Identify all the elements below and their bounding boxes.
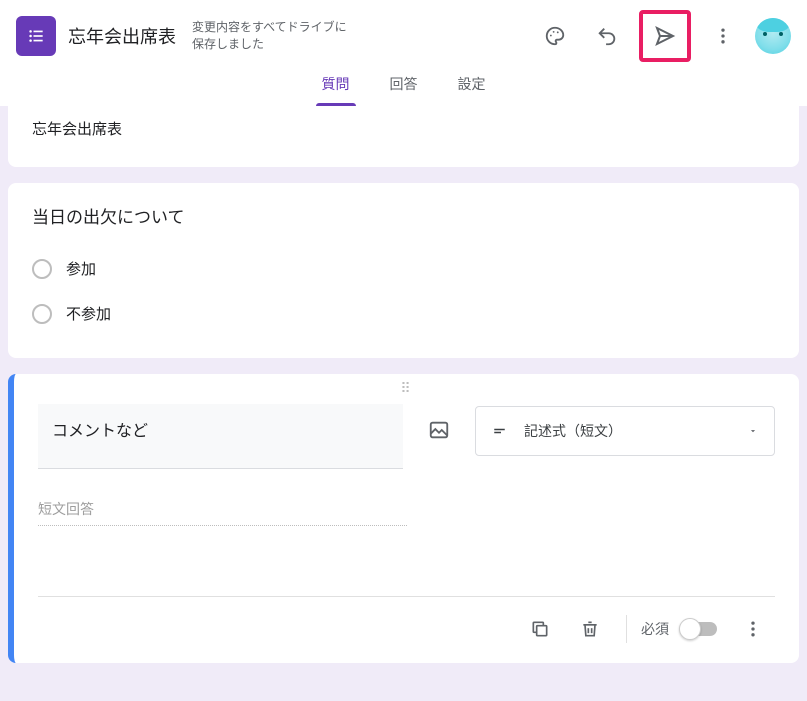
save-status-line2: 保存しました xyxy=(192,36,347,53)
footer-divider xyxy=(626,615,627,643)
editing-question-card[interactable]: ⠿ 記述式（短文） 短文回答 必須 xyxy=(8,374,799,663)
radio-label: 不参加 xyxy=(66,303,111,324)
question-edit-row: 記述式（短文） xyxy=(38,404,775,469)
forms-logo-icon[interactable] xyxy=(16,16,56,56)
tab-settings[interactable]: 設定 xyxy=(452,64,492,106)
undo-button[interactable] xyxy=(587,16,627,56)
add-image-button[interactable] xyxy=(419,410,459,450)
copy-icon xyxy=(530,619,550,639)
tab-responses[interactable]: 回答 xyxy=(384,64,424,106)
attendance-heading: 当日の出欠について xyxy=(32,203,775,228)
question-title-input[interactable] xyxy=(38,404,403,469)
image-icon xyxy=(428,419,450,441)
app-header: 忘年会出席表 変更内容をすべてドライブに 保存しました 質問 回答 設定 xyxy=(0,0,807,106)
send-button[interactable] xyxy=(645,16,685,56)
question-type-label: 記述式（短文） xyxy=(524,421,622,441)
question-card-footer: 必須 xyxy=(38,596,775,651)
trash-icon xyxy=(580,619,600,639)
question-more-button[interactable] xyxy=(731,607,775,651)
send-button-highlight xyxy=(639,10,691,62)
save-status-line1: 変更内容をすべてドライブに xyxy=(192,19,347,36)
radio-icon xyxy=(32,304,52,324)
question-type-select[interactable]: 記述式（短文） xyxy=(475,406,775,456)
drag-handle-icon[interactable]: ⠿ xyxy=(400,380,412,397)
duplicate-button[interactable] xyxy=(518,607,562,651)
form-title[interactable]: 忘年会出席表 xyxy=(68,23,176,49)
attendance-question-card[interactable]: 当日の出欠について 参加 不参加 xyxy=(8,183,799,358)
form-title-card[interactable]: 忘年会出席表 xyxy=(8,106,799,167)
header-toolbar: 忘年会出席表 変更内容をすべてドライブに 保存しました xyxy=(16,8,791,64)
tab-bar: 質問 回答 設定 xyxy=(16,64,791,106)
form-title-text: 忘年会出席表 xyxy=(32,118,775,147)
undo-icon xyxy=(596,25,618,47)
more-button[interactable] xyxy=(703,16,743,56)
required-label: 必須 xyxy=(641,619,669,639)
radio-option[interactable]: 参加 xyxy=(32,248,775,293)
radio-label: 参加 xyxy=(66,258,96,279)
more-vert-icon xyxy=(713,26,733,46)
user-avatar[interactable] xyxy=(755,18,791,54)
short-answer-placeholder: 短文回答 xyxy=(38,499,407,526)
short-text-icon xyxy=(492,422,510,440)
radio-icon xyxy=(32,259,52,279)
chevron-down-icon xyxy=(748,423,758,439)
tab-questions[interactable]: 質問 xyxy=(316,64,356,106)
more-vert-icon xyxy=(743,619,763,639)
delete-button[interactable] xyxy=(568,607,612,651)
theme-button[interactable] xyxy=(535,16,575,56)
send-icon xyxy=(653,24,677,48)
radio-option[interactable]: 不参加 xyxy=(32,293,775,338)
form-canvas: 忘年会出席表 当日の出欠について 参加 不参加 ⠿ 記述式（短文） xyxy=(0,106,807,691)
save-status: 変更内容をすべてドライブに 保存しました xyxy=(192,19,347,53)
required-toggle[interactable] xyxy=(681,622,717,636)
palette-icon xyxy=(544,25,566,47)
